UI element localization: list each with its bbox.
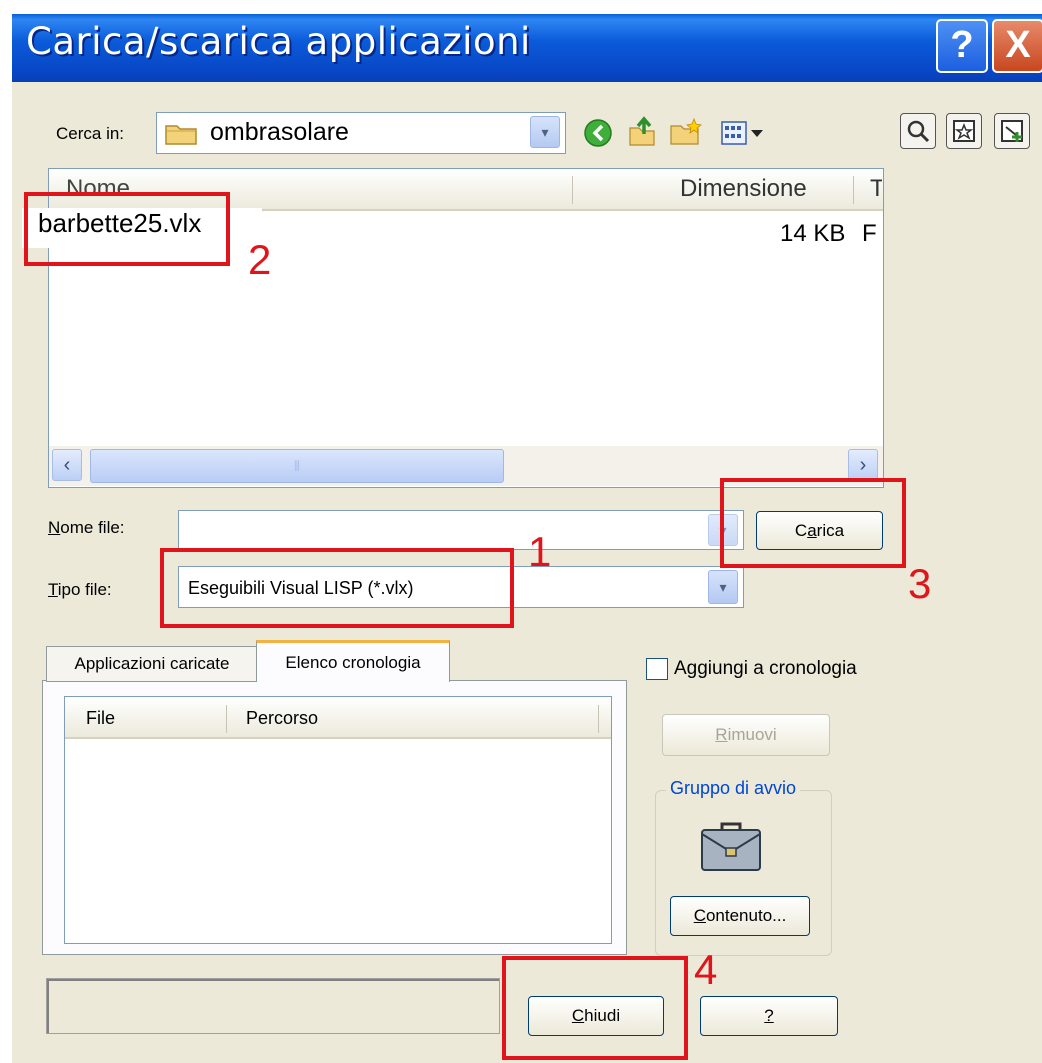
annotation-number-4: 4 — [694, 946, 718, 993]
contents-button[interactable]: Contenuto... — [670, 896, 810, 936]
help-button[interactable]: ? — [700, 996, 838, 1036]
scroll-right-button[interactable]: › — [848, 449, 878, 481]
annotation-number-1: 1 — [528, 528, 552, 575]
column-divider[interactable] — [572, 176, 573, 204]
magnifier-icon — [907, 120, 930, 143]
annotation-box-3 — [720, 478, 906, 568]
close-title-button[interactable]: X — [992, 19, 1042, 73]
look-in-label: Cerca in: — [56, 124, 125, 143]
view-menu-icon[interactable] — [720, 120, 766, 146]
status-bar — [46, 978, 500, 1034]
new-folder-icon[interactable] — [668, 116, 704, 148]
file-row-type: F — [862, 220, 877, 247]
file-type-dropdown-button[interactable]: ▾ — [708, 570, 738, 604]
remove-button[interactable]: Rimuovi — [662, 714, 830, 756]
annotation-number-2: 2 — [248, 236, 272, 283]
column-header-file[interactable]: File — [86, 708, 115, 729]
find-file-button[interactable] — [900, 113, 936, 149]
column-header-path[interactable]: Percorso — [246, 708, 318, 729]
column-divider[interactable] — [853, 176, 854, 204]
annotation-box-1 — [160, 548, 514, 628]
back-icon[interactable] — [583, 118, 613, 148]
favorites-button[interactable] — [946, 113, 982, 149]
history-list-header — [65, 697, 611, 739]
column-header-type[interactable]: T — [870, 175, 882, 203]
add-to-history-checkbox[interactable] — [646, 658, 668, 680]
file-row-size: 14 KB — [780, 220, 846, 247]
column-header-size[interactable]: Dimensione — [680, 175, 807, 203]
window-title: Carica/scarica applicazioni — [26, 20, 531, 63]
tab-loaded-applications[interactable]: Applicazioni caricate — [46, 646, 258, 682]
file-type-label: Tipo file: — [48, 580, 112, 599]
help-title-button[interactable]: ? — [936, 19, 988, 73]
add-to-history-label: Aggiungi a cronologia — [674, 658, 857, 679]
up-folder-icon[interactable] — [626, 114, 658, 148]
file-name-input[interactable] — [178, 510, 744, 550]
annotation-box-4 — [502, 956, 688, 1060]
scroll-thumb[interactable]: ⦀ — [90, 449, 504, 483]
folder-icon — [165, 125, 197, 145]
briefcase-icon[interactable] — [698, 820, 764, 874]
scroll-left-button[interactable]: ‹ — [52, 449, 82, 481]
column-divider[interactable] — [226, 705, 227, 733]
favorites-icon — [953, 120, 975, 142]
startup-group-label: Gruppo di avvio — [666, 778, 801, 799]
tab-history-list[interactable]: Elenco cronologia — [256, 640, 450, 682]
annotation-box-2 — [24, 192, 230, 266]
look-in-dropdown-button[interactable]: ▾ — [530, 116, 560, 148]
column-divider[interactable] — [598, 705, 599, 733]
add-favorite-button[interactable] — [994, 113, 1030, 149]
add-favorite-icon — [1001, 120, 1023, 142]
annotation-number-3: 3 — [908, 560, 932, 607]
file-name-label: Nome file: — [48, 518, 125, 537]
look-in-value: ombrasolare — [210, 118, 349, 146]
